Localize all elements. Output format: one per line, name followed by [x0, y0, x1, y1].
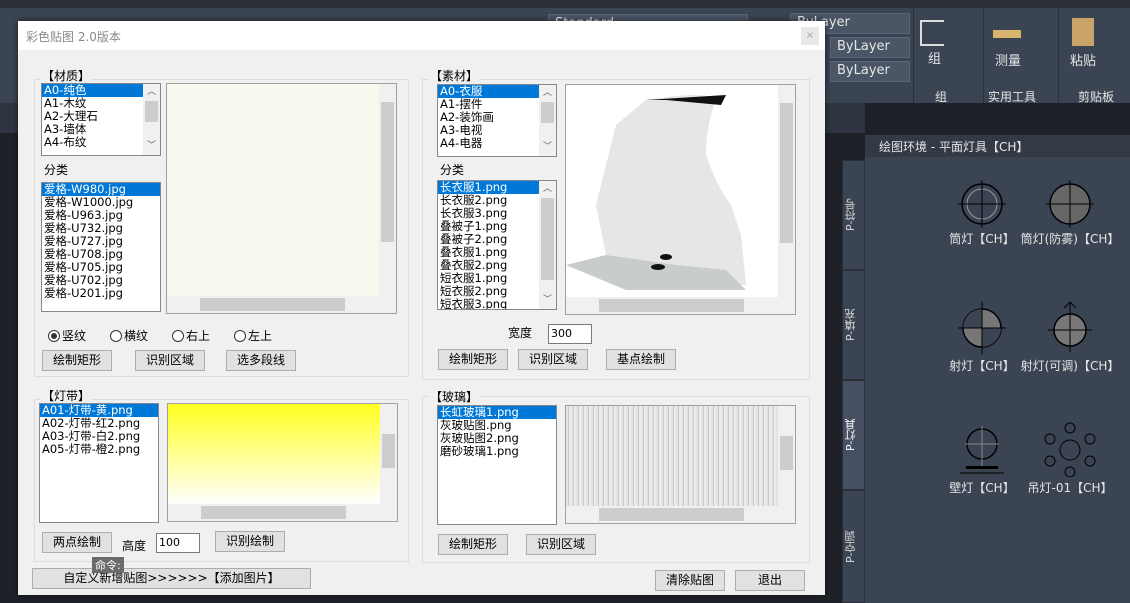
- glass-preview: [565, 405, 796, 524]
- detect-draw-button[interactable]: 识别绘制: [215, 531, 285, 552]
- list-item[interactable]: A05-灯带-橙2.png: [40, 443, 158, 456]
- panel-label-clipboard: 剪贴板: [1078, 90, 1115, 104]
- tool-downlight-fogproof[interactable]: 筒灯(防雾)【CH】: [1020, 178, 1120, 247]
- wall-light-icon: [960, 426, 1004, 474]
- two-point-draw-button[interactable]: 两点绘制: [42, 532, 112, 553]
- paste-button[interactable]: 粘贴: [1070, 50, 1096, 69]
- height-label: 高度: [122, 539, 147, 553]
- asset-category-label: 分类: [440, 163, 465, 177]
- scrollbar[interactable]: [167, 296, 396, 313]
- downlight-fogproof-icon: [1046, 180, 1094, 228]
- dialog-titlebar[interactable]: 彩色贴图 2.0版本 ×: [18, 21, 825, 50]
- tool-spotlight-adjustable[interactable]: 射灯(可调)【CH】: [1020, 300, 1120, 374]
- material-preview: [166, 83, 397, 314]
- exit-button[interactable]: 退出: [735, 570, 805, 591]
- scrollbar[interactable]: [566, 506, 795, 523]
- scrollbar[interactable]: ︿ ﹀: [143, 84, 160, 155]
- scrollbar[interactable]: [778, 85, 795, 297]
- divider: [913, 8, 914, 103]
- divider: [1058, 8, 1059, 103]
- tool-chandelier[interactable]: 吊灯-01【CH】: [1020, 422, 1120, 496]
- tool-label: 筒灯【CH】: [949, 232, 1015, 246]
- lineweight-select[interactable]: ByLayer: [830, 61, 910, 82]
- glass-label: 【玻璃】: [428, 388, 481, 405]
- glass-draw-rect-button[interactable]: 绘制矩形: [438, 534, 508, 555]
- radio-horizontal[interactable]: 横纹: [110, 327, 148, 344]
- divider: [983, 8, 984, 103]
- radio-top-left[interactable]: 左上: [234, 327, 272, 344]
- scrollbar[interactable]: [168, 504, 397, 521]
- adjustable-spotlight-icon: [1048, 301, 1092, 352]
- asset-detect-area-button[interactable]: 识别区域: [518, 349, 588, 370]
- material-select-polyline-button[interactable]: 选多段线: [226, 350, 296, 371]
- tab-hvac[interactable]: P-空调: [842, 490, 865, 603]
- scrollbar[interactable]: [379, 84, 396, 296]
- material-category-label: 分类: [44, 163, 69, 177]
- palette-title: 绘图环境 - 平面灯具【CH】: [865, 135, 1130, 157]
- linetype-select[interactable]: ByLayer: [830, 37, 910, 58]
- asset-draw-rect-button[interactable]: 绘制矩形: [438, 349, 508, 370]
- scrollbar[interactable]: [778, 406, 795, 506]
- add-texture-button[interactable]: 自定义新增贴图>>>>>>【添加图片】: [32, 568, 311, 589]
- tab-fill[interactable]: P-填充: [842, 270, 865, 380]
- clothing-image: [566, 95, 746, 290]
- tab-symbols[interactable]: P-符号: [842, 160, 865, 270]
- lightstrip-preview: [167, 403, 398, 522]
- glass-detect-area-button[interactable]: 识别区域: [526, 534, 596, 555]
- tool-label: 筒灯(防雾)【CH】: [1020, 232, 1120, 246]
- scrollbar[interactable]: ︿ ﹀: [539, 181, 556, 309]
- asset-basepoint-draw-button[interactable]: 基点绘制: [606, 349, 676, 370]
- dialog-title: 彩色贴图 2.0版本: [26, 30, 121, 44]
- material-label: 【材质】: [40, 67, 93, 84]
- width-input[interactable]: 300: [548, 324, 592, 344]
- lightstrip-file-list[interactable]: A01-灯带-黄.png A02-灯带-红2.png A03-灯带-白2.png A0…: [39, 403, 159, 523]
- command-tooltip: 命令:: [92, 557, 124, 573]
- tab-lights[interactable]: P-灯具: [842, 380, 865, 490]
- tool-label: 吊灯-01【CH】: [1027, 481, 1113, 495]
- tool-downlight[interactable]: 筒灯【CH】: [932, 178, 1032, 247]
- texture-direction-radios: 竖纹 横纹 右上 左上: [48, 327, 272, 344]
- asset-label: 【素材】: [428, 67, 481, 84]
- material-draw-rect-button[interactable]: 绘制矩形: [42, 350, 112, 371]
- tool-wall-light[interactable]: 壁灯【CH】: [932, 422, 1032, 496]
- group-icon: [920, 20, 944, 46]
- close-button[interactable]: ×: [801, 27, 819, 45]
- tool-spotlight[interactable]: 射灯【CH】: [932, 300, 1032, 374]
- clipboard-icon: [1072, 18, 1094, 46]
- list-item[interactable]: 磨砂玻璃1.png: [438, 445, 556, 458]
- menu-bar: [0, 0, 1130, 8]
- asset-preview: [565, 84, 796, 315]
- material-file-list[interactable]: 爱格-W980.jpg 爱格-W1000.jpg 爱格-U963.jpg 爱格-U73…: [41, 182, 161, 312]
- tool-label: 射灯(可调)【CH】: [1020, 359, 1120, 373]
- panel-label-group[interactable]: 组: [935, 88, 947, 105]
- height-input[interactable]: 100: [156, 533, 200, 553]
- radio-vertical[interactable]: 竖纹: [48, 327, 86, 344]
- list-item[interactable]: 爱格-U201.jpg: [42, 287, 160, 300]
- glass-file-list[interactable]: 长虹玻璃1.png 灰玻贴图.png 灰玻贴图2.png 磨砂玻璃1.png: [437, 405, 557, 525]
- material-detect-area-button[interactable]: 识别区域: [135, 350, 205, 371]
- tool-label: 壁灯【CH】: [949, 481, 1015, 495]
- asset-file-list[interactable]: 长衣服1.png 长衣服2.png 长衣服3.png 叠被子1.png 叠被子2.png…: [437, 180, 557, 310]
- color-texture-dialog: 彩色贴图 2.0版本 × 【材质】 A0-纯色 A1-木纹 A2-大理石 A3-墙体 A…: [18, 21, 825, 595]
- chandelier-icon: [1044, 422, 1096, 478]
- radio-top-right[interactable]: 右上: [172, 327, 210, 344]
- tool-label: 射灯【CH】: [949, 359, 1015, 373]
- asset-type-list[interactable]: A0-衣服 A1-摆件 A2-装饰画 A3-电视 A4-电器 ︿ ﹀: [437, 84, 557, 157]
- measure-button[interactable]: 测量: [995, 50, 1021, 69]
- spotlight-icon: [958, 302, 1006, 354]
- scrollbar[interactable]: ︿ ﹀: [539, 85, 556, 156]
- width-label: 宽度: [508, 326, 533, 340]
- scrollbar[interactable]: [380, 404, 397, 504]
- ruler-icon: [993, 30, 1021, 38]
- clear-texture-button[interactable]: 清除贴图: [655, 570, 725, 591]
- group-button[interactable]: 组: [928, 48, 941, 67]
- material-type-list[interactable]: A0-纯色 A1-木纹 A2-大理石 A3-墙体 A4-布纹 ︿ ﹀: [41, 83, 161, 156]
- lightstrip-label: 【灯带】: [40, 387, 93, 404]
- downlight-icon: [958, 180, 1006, 228]
- scrollbar[interactable]: [566, 297, 795, 314]
- panel-label-utilities[interactable]: 实用工具: [988, 88, 1036, 105]
